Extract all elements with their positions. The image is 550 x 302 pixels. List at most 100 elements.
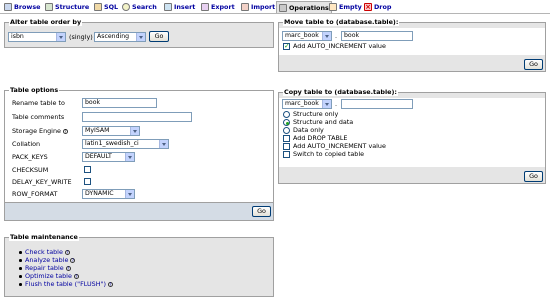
check-table-text: Check table [25,248,63,256]
chevron-down-icon [125,190,134,198]
order-direction-select[interactable]: Ascending [94,32,146,42]
structure-icon [45,3,53,11]
table-options-fieldset: Table options Rename table to book Table… [4,86,274,221]
help-icon[interactable]: ? [107,281,113,287]
move-table-fieldset: Move table to (database.table): marc_boo… [278,18,546,72]
repair-table-link[interactable]: Repair table? [19,264,113,272]
pack-keys-select[interactable]: DEFAULT [82,152,135,162]
order-column-value: isbn [11,33,24,40]
structure-and-data-radio[interactable] [283,119,290,126]
alter-order-go-button[interactable]: Go [149,31,169,42]
check-table-link[interactable]: Check table? [19,248,113,256]
analyze-table-text: Analyze table [25,256,69,264]
checksum-label: CHECKSUM [12,166,49,174]
data-only-label: Data only [293,126,324,134]
structure-and-data-label: Structure and data [293,118,354,126]
collation-value: latin1_swedish_ci [85,140,139,147]
singly-label: (singly) [69,33,93,41]
help-icon[interactable]: ? [62,128,68,134]
storage-engine-label: Storage Engine? [12,127,68,135]
row-format-select[interactable]: DYNAMIC [82,189,135,199]
tab-search[interactable]: Search [120,1,159,13]
tab-label: Import [251,3,276,11]
move-table-name-input[interactable]: book [341,31,413,41]
help-icon[interactable]: ? [65,265,71,271]
collation-label: Collation [12,140,41,148]
help-icon[interactable]: ? [70,257,76,263]
move-table-legend: Move table to (database.table): [283,18,400,26]
copy-table-fieldset: Copy table to (database.table): marc_boo… [278,88,546,184]
structure-only-radio[interactable] [283,111,290,118]
repair-table-text: Repair table [25,264,64,272]
table-options-footer: Go [5,202,273,220]
tab-empty[interactable]: Empty [327,1,364,13]
tab-import[interactable]: Import [239,1,277,13]
sql-icon [94,3,102,11]
row-format-value: DYNAMIC [85,190,114,197]
alter-order-legend: Alter table order by [9,18,83,26]
drop-icon [364,3,372,11]
chevron-down-icon [322,32,331,40]
browse-icon [4,3,12,11]
copy-table-name-input[interactable] [341,99,413,109]
table-comments-input[interactable] [82,112,192,122]
table-maintenance-fieldset: Table maintenance Check table? Analyze t… [4,233,274,297]
insert-icon [164,3,172,11]
move-auto-increment-label: Add AUTO_INCREMENT value [293,42,386,50]
table-maintenance-legend: Table maintenance [9,233,79,241]
alter-order-fieldset: Alter table order by isbn (singly) Ascen… [4,18,274,48]
delay-key-write-checkbox[interactable] [84,178,91,185]
tab-drop[interactable]: Drop [362,1,393,13]
move-database-select[interactable]: marc_book [282,31,332,41]
empty-icon [329,3,337,11]
copy-auto-increment-checkbox[interactable] [283,143,290,150]
help-icon[interactable]: ? [64,249,70,255]
search-icon [122,3,130,11]
storage-engine-text: Storage Engine [12,127,61,135]
tab-label: Drop [374,3,392,11]
chevron-down-icon [130,127,139,135]
chevron-down-icon [56,33,65,41]
add-drop-table-label: Add DROP TABLE [293,134,348,142]
data-only-radio[interactable] [283,127,290,134]
move-separator: . [335,32,338,40]
tab-export[interactable]: Export [199,1,237,13]
add-drop-table-checkbox[interactable] [283,135,290,142]
optimize-table-link[interactable]: Optimize table? [19,272,113,280]
storage-engine-value: MyISAM [85,127,110,134]
help-icon[interactable]: ? [73,273,79,279]
comments-label: Table comments [12,113,65,121]
checksum-checkbox[interactable] [84,166,91,173]
copy-table-legend: Copy table to (database.table): [283,88,398,96]
copy-database-select[interactable]: marc_book [282,99,332,109]
tab-bar: Browse Structure SQL Search Insert Expor… [0,0,550,14]
tab-operations[interactable]: Operations [276,1,332,13]
collation-select[interactable]: latin1_swedish_ci [82,139,169,149]
tab-structure[interactable]: Structure [43,1,91,13]
copy-table-go-button[interactable]: Go [524,171,543,182]
tab-sql[interactable]: SQL [92,1,120,13]
table-options-go-button[interactable]: Go [252,206,271,217]
tab-insert[interactable]: Insert [162,1,197,13]
order-column-select[interactable]: isbn [8,32,66,42]
tab-label: SQL [104,3,119,11]
move-auto-increment-checkbox[interactable] [283,42,290,50]
flush-table-link[interactable]: Flush the table ("FLUSH")? [19,280,113,288]
delay-key-write-label: DELAY_KEY_WRITE [12,178,72,186]
tab-label: Empty [339,3,362,11]
analyze-table-link[interactable]: Analyze table? [19,256,113,264]
tab-browse[interactable]: Browse [2,1,42,13]
copy-auto-increment-label: Add AUTO_INCREMENT value [293,142,386,150]
move-table-go-button[interactable]: Go [524,59,543,70]
pack-keys-value: DEFAULT [85,153,112,160]
storage-engine-select[interactable]: MyISAM [82,126,140,136]
order-direction-value: Ascending [97,33,130,40]
switch-to-copied-checkbox[interactable] [283,151,290,158]
rename-table-input[interactable]: book [82,98,157,108]
export-icon [201,3,209,11]
copy-database-value: marc_book [285,100,319,107]
chevron-down-icon [136,33,145,41]
rename-label: Rename table to [12,99,65,107]
maintenance-list: Check table? Analyze table? Repair table… [19,248,113,288]
flush-table-text: Flush the table ("FLUSH") [25,280,106,288]
